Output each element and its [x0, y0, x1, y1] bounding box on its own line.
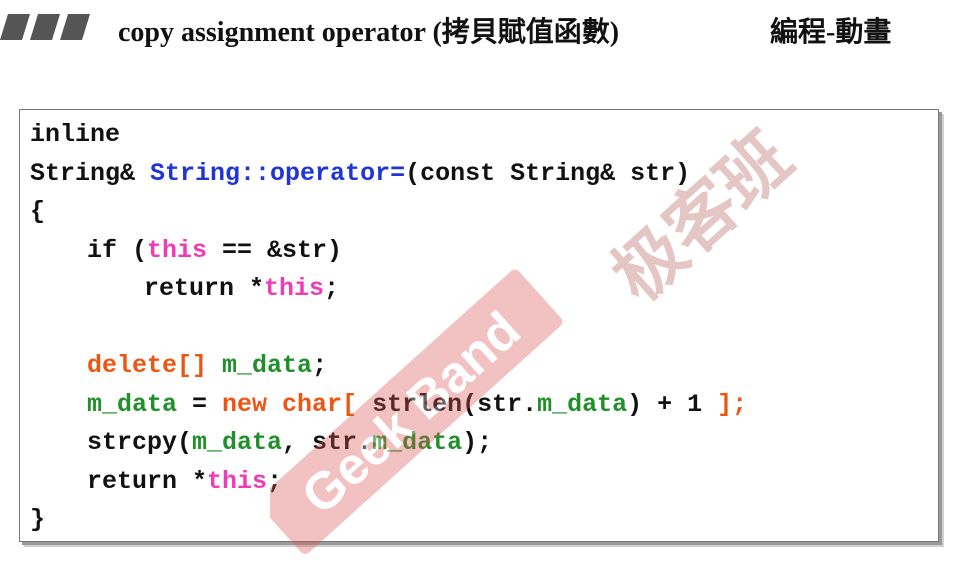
- code-line-3: {: [30, 197, 46, 226]
- code-line-8: m_data = new char[ strlen(str.m_data) + …: [87, 389, 748, 419]
- slide-subtitle: 編程-動畫: [770, 17, 892, 48]
- code-listing: inline String& String::operator=(const S…: [30, 116, 938, 541]
- code-line-6-blank: [30, 309, 938, 348]
- code-block: inline String& String::operator=(const S…: [19, 109, 939, 542]
- code-line-10: return *this;: [87, 466, 283, 496]
- code-line-1: inline: [30, 120, 121, 149]
- code-line-9: strcpy(m_data, str.m_data);: [87, 428, 493, 457]
- code-line-11: }: [30, 505, 46, 534]
- code-line-5: return *this;: [144, 274, 340, 303]
- code-line-2: String& String::operator=(const String& …: [30, 158, 691, 188]
- slide-title: copy assignment operator (拷貝賦值函數): [118, 17, 620, 48]
- operator-name: String::operator=: [150, 158, 406, 188]
- header-slashes-decoration: [0, 14, 90, 40]
- code-line-7: delete[] m_data;: [87, 351, 328, 380]
- code-line-4: if (this == &str): [87, 235, 343, 265]
